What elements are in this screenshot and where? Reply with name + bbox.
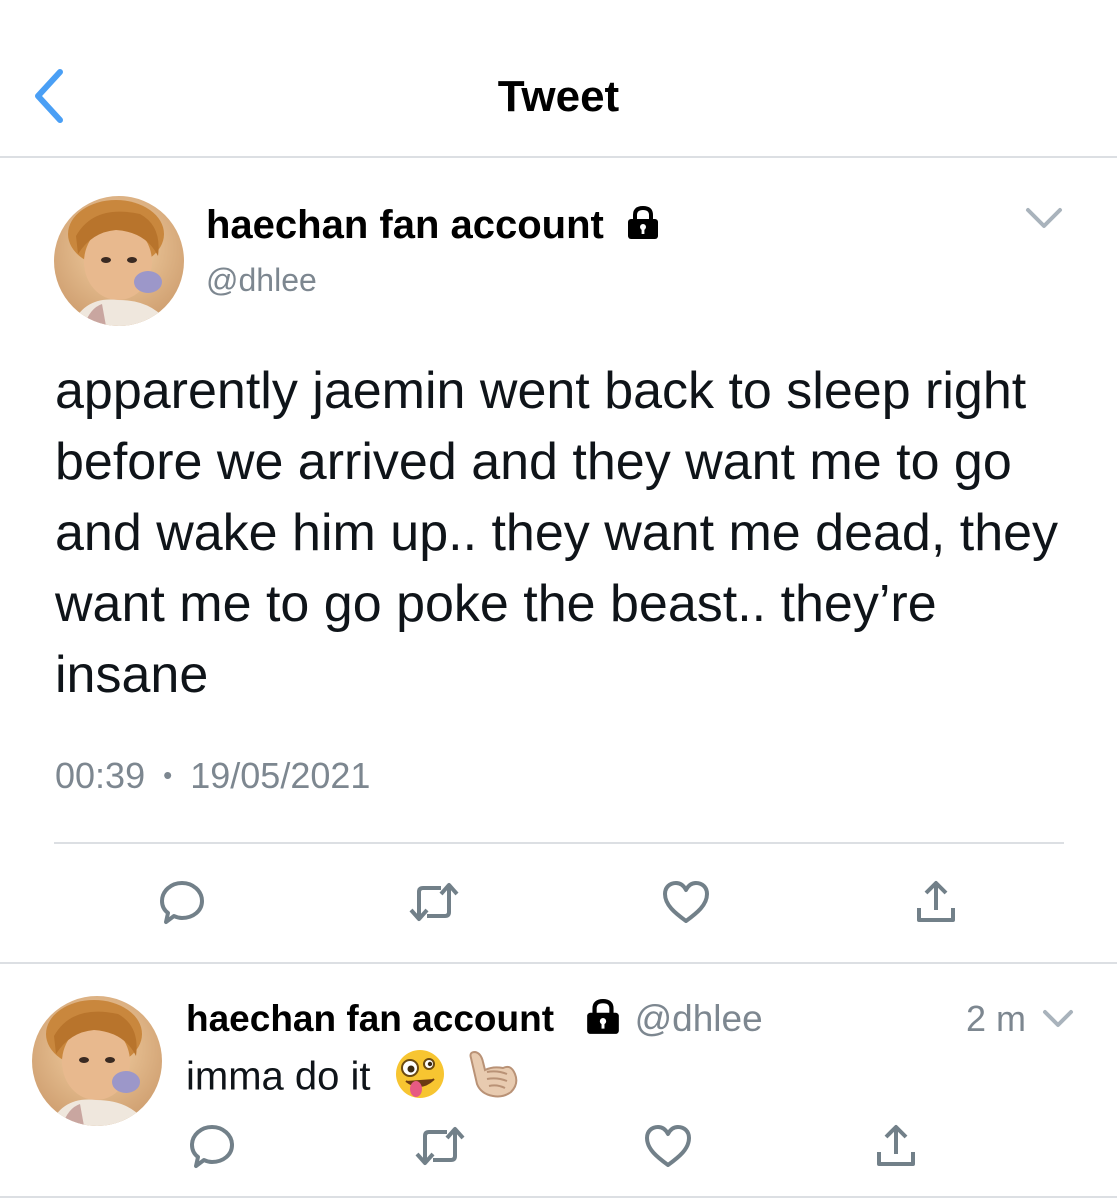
meta-separator: • <box>163 760 173 790</box>
reply-text: imma do it <box>186 1054 371 1099</box>
bottom-divider <box>0 1196 1117 1198</box>
reply-share-button[interactable] <box>866 1116 926 1176</box>
lock-icon <box>625 205 661 250</box>
like-icon <box>645 1125 691 1167</box>
divider <box>54 842 1064 844</box>
like-button[interactable] <box>656 872 716 932</box>
reply-handle: @dhlee <box>634 998 763 1039</box>
retweet-button[interactable] <box>404 872 464 932</box>
like-icon <box>663 881 709 923</box>
reply-text-line: imma do it <box>186 1048 521 1110</box>
page-title: Tweet <box>497 72 620 121</box>
section-divider <box>0 962 1117 964</box>
tweet-text: apparently jaemin went back to sleep rig… <box>55 362 1059 704</box>
tweet-menu-button[interactable] <box>1022 200 1066 236</box>
avatar[interactable] <box>54 196 184 326</box>
call-me-hand-emoji <box>463 1048 521 1110</box>
reply-like-button[interactable] <box>638 1116 698 1176</box>
reply-icon <box>190 1125 234 1168</box>
share-icon <box>877 1125 915 1166</box>
reply-age: 2 m <box>966 998 1027 1039</box>
retweet-icon <box>409 883 459 921</box>
tweet-author[interactable]: haechan fan account <box>206 203 661 250</box>
tweet-time: 00:39 <box>55 755 146 796</box>
lock-icon <box>584 999 622 1044</box>
chevron-down-icon <box>1043 1010 1073 1027</box>
reply-display-name: haechan fan account <box>186 998 555 1039</box>
reply-retweet-button[interactable] <box>410 1116 470 1176</box>
tweet-timestamp: 00:39 • 19/05/2021 <box>55 755 370 797</box>
display-name: haechan fan account <box>206 203 604 247</box>
reply-reply-button[interactable] <box>182 1116 242 1176</box>
chevron-down-icon <box>1026 208 1062 228</box>
share-icon <box>917 881 955 922</box>
reply-author[interactable]: haechan fan account @dhlee <box>186 998 763 1044</box>
retweet-icon <box>415 1127 465 1165</box>
share-button[interactable] <box>906 872 966 932</box>
reply-avatar[interactable] <box>32 996 162 1126</box>
reply-icon <box>160 881 204 924</box>
reply-button[interactable] <box>152 872 212 932</box>
zany-face-emoji <box>394 1048 446 1110</box>
reply-menu-button[interactable] <box>1040 1004 1076 1034</box>
handle: @dhlee <box>206 262 317 298</box>
tweet-date: 19/05/2021 <box>190 755 371 796</box>
